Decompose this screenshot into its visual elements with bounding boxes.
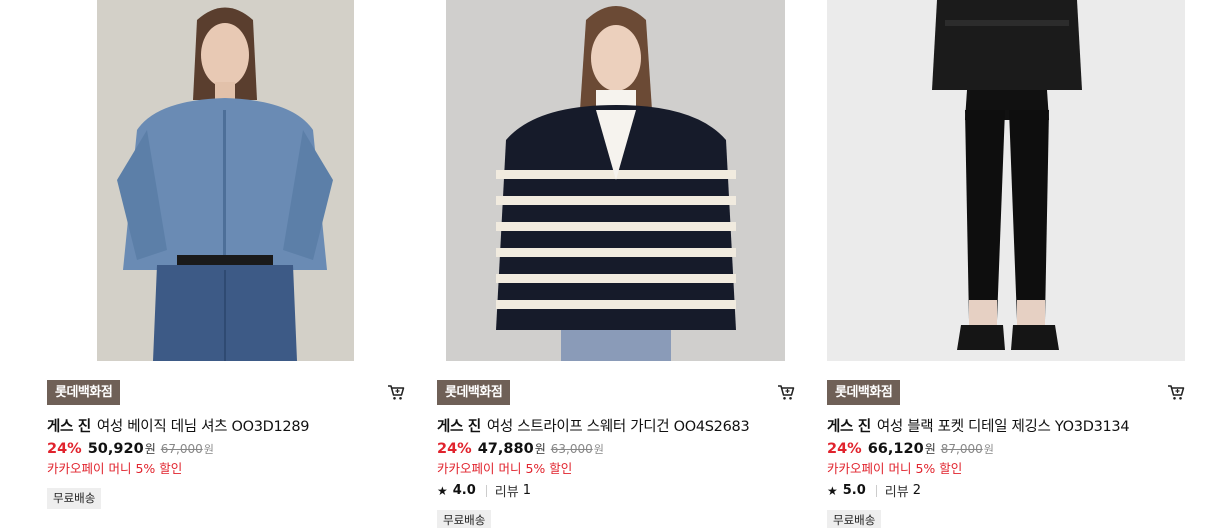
- divider: [875, 484, 877, 497]
- promo-text: 카카오페이 머니 5% 할인: [437, 461, 573, 476]
- free-shipping-tag: 무료배송: [437, 510, 492, 528]
- free-shipping-tag: 무료배송: [47, 488, 102, 509]
- promo-text: 카카오페이 머니 5% 할인: [827, 461, 963, 476]
- original-currency-label: 원: [593, 443, 604, 456]
- striped-cardigan-photo: [446, 0, 785, 361]
- original-currency-label: 원: [203, 443, 214, 456]
- review-label: 리뷰: [884, 485, 909, 500]
- rating-score: 4.0: [452, 483, 476, 498]
- product-name: 여성 스트라이프 스웨터 가디건 OO4S2683: [486, 419, 750, 435]
- brand-name: 게스 진: [47, 419, 91, 435]
- cart-icon[interactable]: [776, 382, 796, 402]
- product-title[interactable]: 게스 진 여성 베이직 데님 셔츠 OO3D1289: [47, 415, 310, 436]
- discount-rate: 24%: [47, 441, 82, 457]
- rating-row: ★ 4.0 리뷰 1: [437, 481, 531, 500]
- divider: [485, 484, 487, 497]
- cart-icon[interactable]: [386, 382, 406, 402]
- currency-label: 원: [534, 442, 546, 456]
- sale-price: 47,880: [477, 441, 534, 457]
- original-price: 87,000: [940, 442, 983, 456]
- currency-label: 원: [924, 442, 936, 456]
- price-row: 24% 47,880원 63,000원: [437, 440, 604, 457]
- product-image[interactable]: [827, 0, 1185, 361]
- brand-name: 게스 진: [437, 419, 481, 435]
- star-icon: ★: [437, 483, 448, 498]
- sale-price: 50,920: [87, 441, 144, 457]
- sale-price: 66,120: [867, 441, 924, 457]
- rating-score: 5.0: [842, 483, 866, 498]
- store-badge: 롯데백화점: [437, 380, 511, 405]
- promo-text: 카카오페이 머니 5% 할인: [47, 461, 183, 476]
- price-row: 24% 66,120원 87,000원: [827, 440, 994, 457]
- store-badge: 롯데백화점: [827, 380, 901, 405]
- store-badge: 롯데백화점: [47, 380, 121, 405]
- product-name: 여성 블랙 포켓 디테일 제깅스 YO3D3134: [876, 419, 1130, 435]
- review-count: 2: [912, 483, 921, 498]
- product-title[interactable]: 게스 진 여성 블랙 포켓 디테일 제깅스 YO3D3134: [827, 415, 1130, 436]
- product-grid: 롯데백화점 게스 진 여성 베이직 데님 셔츠 OO3D1289 24% 50,92…: [0, 0, 1211, 528]
- product-image[interactable]: [97, 0, 354, 361]
- cart-icon[interactable]: [1166, 382, 1186, 402]
- product-image[interactable]: [446, 0, 785, 361]
- review-count: 1: [522, 483, 531, 498]
- review-label: 리뷰: [494, 485, 519, 500]
- star-icon: ★: [827, 483, 838, 498]
- original-currency-label: 원: [983, 443, 994, 456]
- rating-row: ★ 5.0 리뷰 2: [827, 481, 921, 500]
- price-row: 24% 50,920원 67,000원: [47, 440, 214, 457]
- brand-name: 게스 진: [827, 419, 871, 435]
- black-jeggings-photo: [827, 0, 1185, 361]
- product-title[interactable]: 게스 진 여성 스트라이프 스웨터 가디건 OO4S2683: [437, 415, 750, 436]
- free-shipping-tag: 무료배송: [827, 510, 882, 528]
- currency-label: 원: [144, 442, 156, 456]
- original-price: 67,000: [160, 442, 203, 456]
- product-name: 여성 베이직 데님 셔츠 OO3D1289: [96, 419, 310, 435]
- discount-rate: 24%: [827, 441, 862, 457]
- original-price: 63,000: [550, 442, 593, 456]
- denim-shirt-photo: [97, 0, 354, 361]
- discount-rate: 24%: [437, 441, 472, 457]
